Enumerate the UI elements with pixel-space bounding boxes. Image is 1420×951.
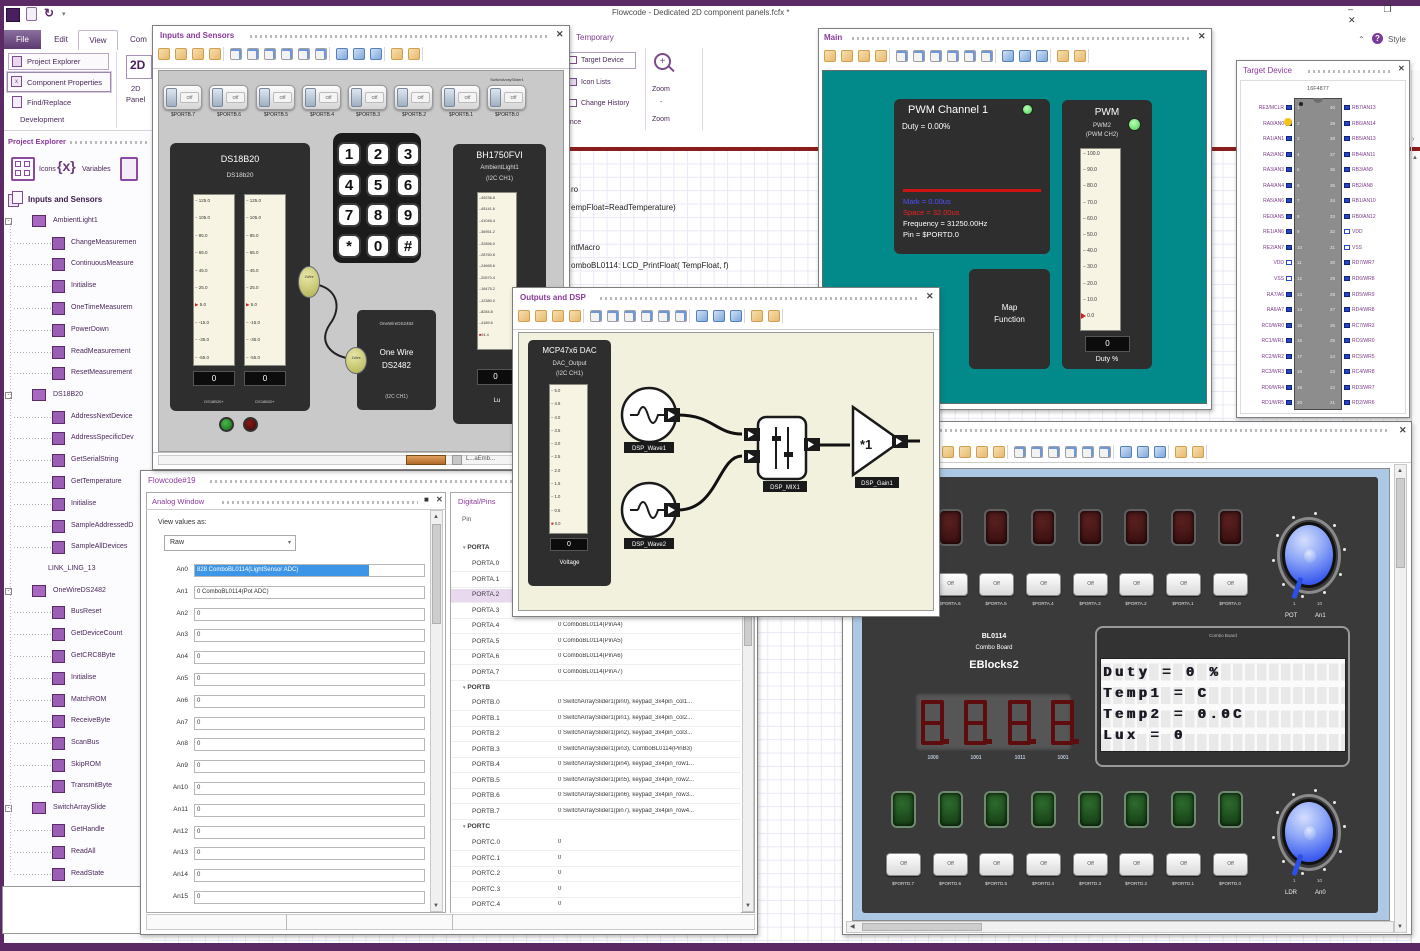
svg-text:DSP_Wave2: DSP_Wave2	[632, 542, 667, 548]
svg-text:*1: *1	[860, 437, 872, 452]
svg-text:DSP_MIX1: DSP_MIX1	[770, 485, 800, 491]
svg-text:DSP_Gain1: DSP_Gain1	[861, 481, 893, 487]
svg-text:DSP_Wave1: DSP_Wave1	[632, 446, 667, 452]
